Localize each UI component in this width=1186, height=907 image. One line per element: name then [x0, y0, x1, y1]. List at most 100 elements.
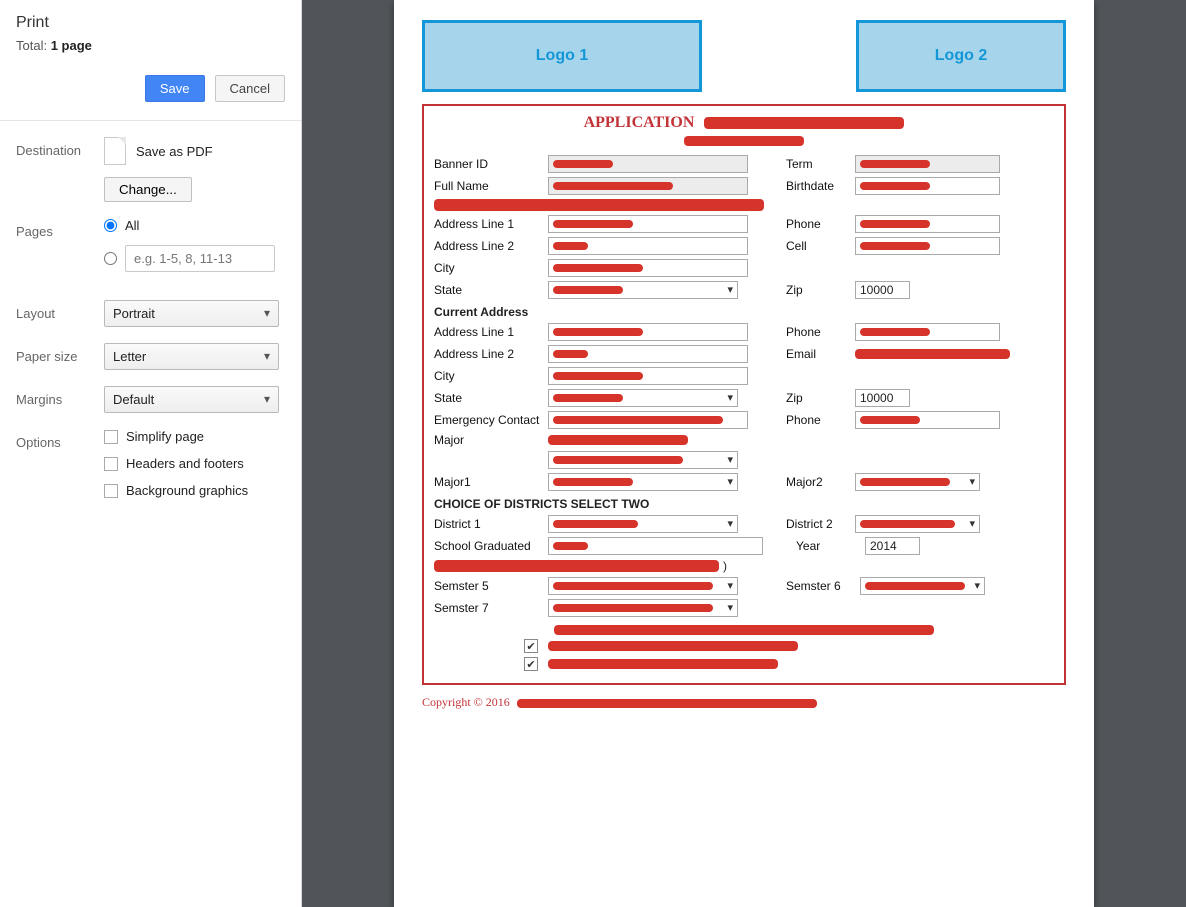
redacted-text — [553, 456, 683, 464]
paper-size-select[interactable]: Letter — [104, 343, 279, 370]
pages-range-input[interactable] — [125, 245, 275, 272]
addr1-label: Address Line 1 — [434, 217, 544, 231]
major1-select[interactable] — [548, 473, 738, 491]
emergency-input[interactable] — [548, 411, 748, 429]
destination-value: Save as PDF — [136, 144, 213, 159]
year-label: Year — [796, 539, 861, 553]
addr2-label: Address Line 2 — [434, 239, 544, 253]
redacted-text — [860, 416, 920, 424]
pages-range-radio[interactable] — [104, 252, 117, 265]
semester6-label: Semster 6 — [786, 579, 856, 593]
total-prefix: Total: — [16, 38, 51, 53]
redacted-text — [684, 136, 804, 146]
zip-input[interactable]: 10000 — [855, 281, 910, 299]
addr1-input[interactable] — [548, 215, 748, 233]
cell-input[interactable] — [855, 237, 1000, 255]
redacted-text — [553, 394, 623, 402]
district1-select[interactable] — [548, 515, 738, 533]
semester5-select[interactable] — [548, 577, 738, 595]
major2-select[interactable] — [855, 473, 980, 491]
city2-input[interactable] — [548, 367, 748, 385]
choice-heading: CHOICE OF DISTRICTS SELECT TWO — [434, 497, 1054, 511]
term-input[interactable] — [855, 155, 1000, 173]
option2-checkbox[interactable]: ✔ — [524, 657, 538, 671]
simplify-label: Simplify page — [126, 429, 204, 444]
logo-1: Logo 1 — [422, 20, 702, 92]
copyright: Copyright © 2016 — [422, 695, 1066, 710]
addr2-input[interactable] — [548, 237, 748, 255]
redacted-text — [860, 220, 930, 228]
state-select[interactable] — [548, 281, 738, 299]
phone3-input[interactable] — [855, 411, 1000, 429]
print-sidebar: Print Total: 1 page Save Cancel Destinat… — [0, 0, 302, 907]
background-label: Background graphics — [126, 483, 248, 498]
simplify-checkbox[interactable] — [104, 430, 118, 444]
major-label: Major — [434, 433, 544, 447]
preview-area: Logo 1 Logo 2 APPLICATION Banner ID Term — [302, 0, 1186, 907]
redacted-text — [554, 625, 934, 635]
layout-label: Layout — [16, 300, 96, 321]
redacted-text — [860, 478, 950, 486]
redacted-text — [553, 520, 638, 528]
option1-checkbox[interactable]: ✔ — [524, 639, 538, 653]
addr1b-label: Address Line 1 — [434, 325, 544, 339]
redacted-text — [704, 117, 904, 129]
school-input[interactable] — [548, 537, 763, 555]
major-select[interactable] — [548, 451, 738, 469]
margins-select[interactable]: Default — [104, 386, 279, 413]
banner-id-label: Banner ID — [434, 157, 544, 171]
save-button[interactable]: Save — [145, 75, 205, 102]
state2-select[interactable] — [548, 389, 738, 407]
state-label: State — [434, 283, 544, 297]
pages-all-radio[interactable] — [104, 219, 117, 232]
semester6-select[interactable] — [860, 577, 985, 595]
redacted-text — [553, 160, 613, 168]
redacted-text — [553, 220, 633, 228]
logo-2: Logo 2 — [856, 20, 1066, 92]
fullname-input[interactable] — [548, 177, 748, 195]
banner-id-input[interactable] — [548, 155, 748, 173]
redacted-text — [553, 542, 588, 550]
redacted-text — [548, 659, 778, 669]
addr1b-input[interactable] — [548, 323, 748, 341]
phone-input[interactable] — [855, 215, 1000, 233]
checkmark-icon: ✔ — [526, 658, 535, 671]
headers-checkbox[interactable] — [104, 457, 118, 471]
semester7-select[interactable] — [548, 599, 738, 617]
margins-value: Default — [113, 392, 154, 407]
district2-select[interactable] — [855, 515, 980, 533]
birthdate-input[interactable] — [855, 177, 1000, 195]
city2-label: City — [434, 369, 544, 383]
change-destination-button[interactable]: Change... — [104, 177, 192, 202]
redacted-text — [855, 349, 1010, 359]
redacted-text — [553, 582, 713, 590]
paper-size-value: Letter — [113, 349, 146, 364]
redacted-text — [553, 604, 713, 612]
pages-all-label: All — [125, 218, 139, 233]
city-input[interactable] — [548, 259, 748, 277]
addr2b-input[interactable] — [548, 345, 748, 363]
layout-select[interactable]: Portrait — [104, 300, 279, 327]
zip-label: Zip — [786, 283, 851, 297]
cancel-button[interactable]: Cancel — [215, 75, 285, 102]
phone2-input[interactable] — [855, 323, 1000, 341]
phone-label: Phone — [786, 217, 851, 231]
preview-page: Logo 1 Logo 2 APPLICATION Banner ID Term — [394, 0, 1094, 907]
application-form: APPLICATION Banner ID Term Full Name Bir… — [422, 104, 1066, 685]
state2-label: State — [434, 391, 544, 405]
redacted-text — [860, 182, 930, 190]
redacted-text — [865, 582, 965, 590]
current-address-heading: Current Address — [434, 305, 1054, 319]
zip2-input[interactable]: 10000 — [855, 389, 910, 407]
year-input[interactable]: 2014 — [865, 537, 920, 555]
semester7-label: Semster 7 — [434, 601, 544, 615]
margins-label: Margins — [16, 386, 96, 407]
redacted-section-header — [434, 199, 764, 211]
pdf-icon — [104, 137, 126, 165]
redacted-text — [860, 520, 955, 528]
background-checkbox[interactable] — [104, 484, 118, 498]
redacted-section-header — [434, 560, 719, 572]
print-heading: Print — [16, 14, 285, 32]
redacted-text — [553, 286, 623, 294]
birthdate-label: Birthdate — [786, 179, 851, 193]
